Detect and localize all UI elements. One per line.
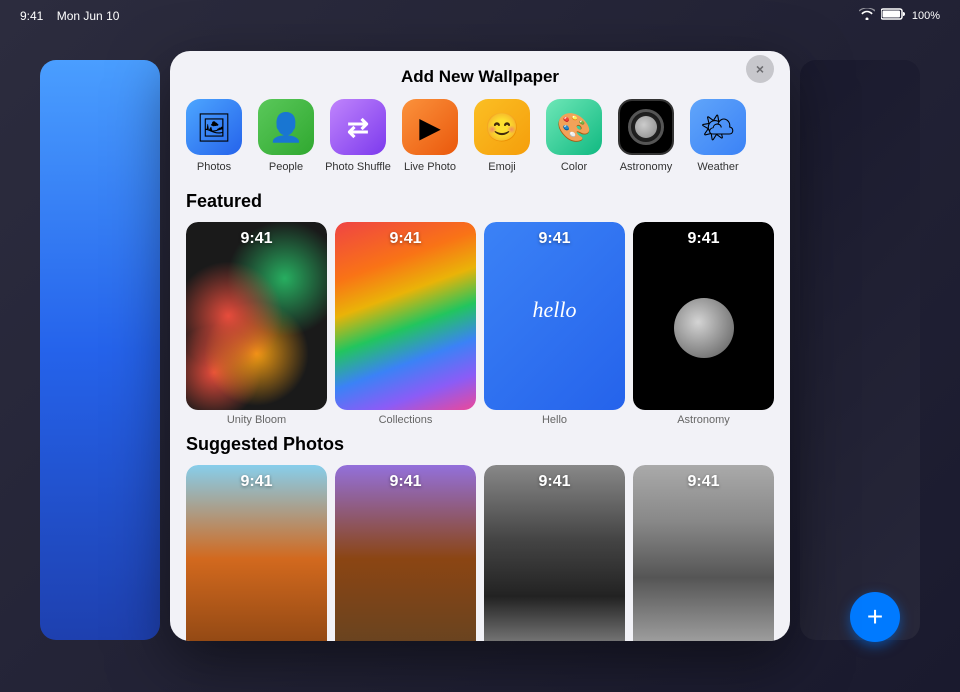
modal-content: Featured 9:41Unity Bloom9:41Collections9… [170, 173, 790, 641]
type-item-people[interactable]: 👤 People [250, 99, 322, 173]
wallpaper-thumb-bw1: 9:41 [484, 465, 625, 641]
featured-section: Featured 9:41Unity Bloom9:41Collections9… [186, 191, 774, 426]
wallpaper-label-astronomy: Astronomy [633, 414, 774, 426]
type-item-color[interactable]: 🎨 Color [538, 99, 610, 173]
battery-icon [881, 8, 906, 23]
livephoto-icon: ▶ [402, 99, 458, 155]
color-label: Color [561, 161, 587, 173]
wallpaper-label-hello: Hello [484, 414, 625, 426]
modal-title: Add New Wallpaper [401, 67, 559, 87]
people-icon: 👤 [258, 99, 314, 155]
wallpaper-item-hello[interactable]: 9:41hello Hello [484, 222, 625, 426]
astronomy-label: Astronomy [620, 161, 673, 173]
status-time-date: 9:41 Mon Jun 10 [20, 9, 119, 23]
status-bar: 9:41 Mon Jun 10 100% [0, 8, 960, 23]
photos-label: Photos [197, 161, 231, 173]
wallpaper-item-sheep[interactable]: 9:41 [633, 465, 774, 641]
wallpaper-thumb-land2: 9:41 [335, 465, 476, 641]
wallpaper-time-hello: 9:41 [484, 230, 625, 248]
wallpaper-thumb-sheep: 9:41 [633, 465, 774, 641]
wifi-icon [859, 8, 875, 23]
wallpaper-label-collections: Collections [335, 414, 476, 426]
battery-percent: 100% [912, 10, 940, 22]
status-time: 9:41 [20, 9, 43, 23]
wallpaper-time-bw1: 9:41 [484, 473, 625, 491]
astronomy-icon [618, 99, 674, 155]
emoji-label: Emoji [488, 161, 516, 173]
weather-label: Weather [697, 161, 738, 173]
wallpaper-thumb-collections: 9:41 [335, 222, 476, 410]
wallpaper-thumb-unity: 9:41 [186, 222, 327, 410]
modal-header: Add New Wallpaper × [170, 51, 790, 87]
featured-title: Featured [186, 191, 774, 212]
suggested-section: Suggested Photos 9:41 9:41 9:41 9:41 [186, 434, 774, 641]
wallpaper-time-astronomy: 9:41 [633, 230, 774, 248]
wallpaper-thumb-hello: 9:41hello [484, 222, 625, 410]
add-wallpaper-modal: Add New Wallpaper × 🖼 Photos 👤 People ⇄ Photo… [170, 51, 790, 641]
type-item-emoji[interactable]: 😊 Emoji [466, 99, 538, 173]
emoji-icon: 😊 [474, 99, 530, 155]
wallpaper-time-collections: 9:41 [335, 230, 476, 248]
wallpaper-item-land2[interactable]: 9:41 [335, 465, 476, 641]
people-label: People [269, 161, 303, 173]
wallpaper-type-row: 🖼 Photos 👤 People ⇄ Photo Shuffle ▶ Live Photo 😊… [170, 87, 790, 173]
right-wallpaper-preview[interactable] [800, 60, 920, 640]
type-item-photos[interactable]: 🖼 Photos [178, 99, 250, 173]
wallpaper-time-land2: 9:41 [335, 473, 476, 491]
wallpaper-thumb-astronomy: 9:41 [633, 222, 774, 410]
livephoto-label: Live Photo [404, 161, 456, 173]
add-wallpaper-fab[interactable]: + [850, 592, 900, 642]
status-date: Mon Jun 10 [57, 9, 120, 23]
wallpaper-time-unity: 9:41 [186, 230, 327, 248]
wallpaper-item-unity[interactable]: 9:41 Unity Bloom [186, 222, 327, 426]
featured-grid: 9:41 Unity Bloom 9:41 Collections 9:41hello H… [186, 222, 774, 426]
shuffle-label: Photo Shuffle [325, 161, 391, 173]
suggested-title: Suggested Photos [186, 434, 774, 455]
type-item-livephoto[interactable]: ▶ Live Photo [394, 99, 466, 173]
wallpaper-item-land1[interactable]: 9:41 [186, 465, 327, 641]
shuffle-icon: ⇄ [330, 99, 386, 155]
type-item-weather[interactable]: 🌤 Weather [682, 99, 754, 173]
weather-icon: 🌤 [690, 99, 746, 155]
wallpaper-label-unity: Unity Bloom [186, 414, 327, 426]
close-button[interactable]: × [746, 55, 774, 83]
wallpaper-item-bw1[interactable]: 9:41 [484, 465, 625, 641]
color-icon: 🎨 [546, 99, 602, 155]
status-icons: 100% [859, 8, 940, 23]
type-item-shuffle[interactable]: ⇄ Photo Shuffle [322, 99, 394, 173]
wallpaper-item-collections[interactable]: 9:41 Collections [335, 222, 476, 426]
wallpaper-thumb-land1: 9:41 [186, 465, 327, 641]
photos-icon: 🖼 [186, 99, 242, 155]
wallpaper-item-astronomy[interactable]: 9:41 Astronomy [633, 222, 774, 426]
wallpaper-time-land1: 9:41 [186, 473, 327, 491]
suggested-grid: 9:41 9:41 9:41 9:41 [186, 465, 774, 641]
left-wallpaper-preview[interactable] [40, 60, 160, 640]
type-item-astronomy[interactable]: Astronomy [610, 99, 682, 173]
wallpaper-time-sheep: 9:41 [633, 473, 774, 491]
